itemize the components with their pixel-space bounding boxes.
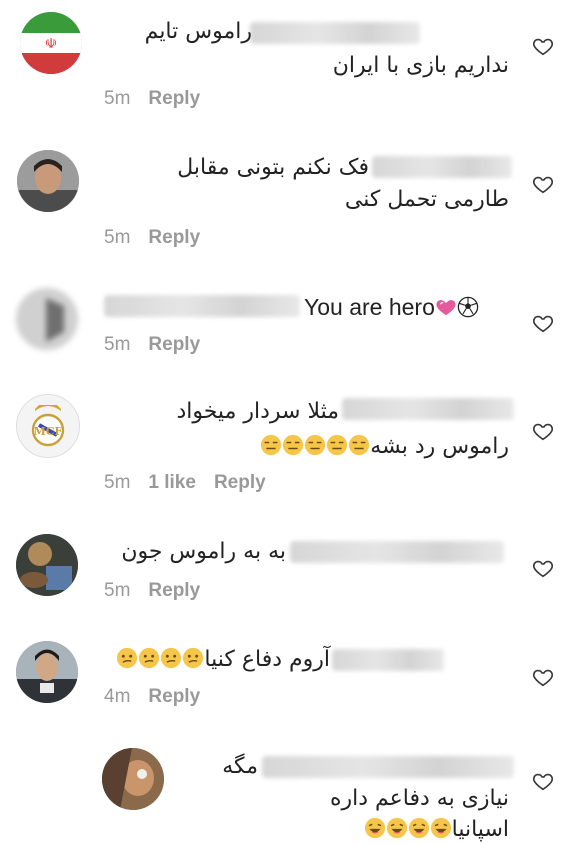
blurred-username	[372, 156, 512, 178]
confused-face-emoji	[182, 647, 204, 669]
reply-button[interactable]: Reply	[148, 686, 200, 707]
comment-item: ☫ راموس تایم نداریم بازی با ایران 5m Repl…	[0, 0, 567, 120]
comment-text: آروم دفاع کنیا	[116, 645, 330, 675]
reply-button[interactable]: Reply	[148, 227, 200, 248]
reply-button[interactable]: Reply	[214, 472, 266, 493]
comment-meta: 5m Reply	[104, 88, 218, 110]
comment-text: راموس رد بشه	[260, 432, 509, 462]
comment-text: اسپانیا	[364, 815, 509, 845]
sepia-photo-avatar[interactable]	[102, 748, 164, 810]
comment-item: You are hero 5m Reply	[0, 280, 567, 370]
man-photo-avatar[interactable]	[17, 150, 79, 212]
comment-text: نداریم بازی با ایران	[332, 53, 509, 78]
likes-count[interactable]: 1 like	[148, 472, 196, 493]
real-madrid-crest-avatar[interactable]: MCF	[16, 394, 80, 458]
confused-face-emoji	[116, 647, 138, 669]
comment-text-value: اسپانیا	[451, 817, 509, 842]
expressionless-face-emoji	[326, 434, 348, 456]
comment-text-value: آروم دفاع کنیا	[204, 647, 330, 672]
comment-text-value: You are hero	[304, 294, 435, 320]
laughing-face-emoji	[364, 817, 386, 839]
blurred-username	[104, 295, 300, 317]
heart-outline-icon[interactable]	[532, 557, 554, 579]
heart-outline-icon[interactable]	[532, 420, 554, 442]
man-photo-avatar[interactable]	[16, 641, 78, 703]
sparkling-heart-emoji	[435, 296, 457, 318]
dark-photo-avatar[interactable]	[16, 534, 78, 596]
comment-text: نیازی به دفاعم داره	[329, 786, 509, 811]
reply-button[interactable]: Reply	[148, 580, 200, 601]
heart-outline-icon[interactable]	[532, 312, 554, 334]
timestamp: 5m	[104, 580, 131, 601]
comment-meta: 5m Reply	[104, 580, 218, 602]
blurred-username	[332, 649, 444, 671]
comment-text: راموس تایم	[144, 19, 252, 44]
blurred-username	[250, 22, 420, 44]
iran-flag-avatar[interactable]: ☫	[20, 12, 82, 74]
comment-meta: 5m Reply	[104, 334, 218, 356]
heart-outline-icon[interactable]	[532, 770, 554, 792]
blurred-username	[262, 756, 514, 778]
confused-face-emoji	[138, 647, 160, 669]
svg-text:MCF: MCF	[34, 425, 63, 438]
heart-outline-icon[interactable]	[532, 173, 554, 195]
soccer-ball-emoji	[457, 296, 479, 318]
comment-text: طارمی تحمل کنی	[344, 187, 509, 212]
comment-item: فک نکنم بتونی مقابل طارمی تحمل کنی 5m Rep…	[0, 140, 567, 260]
heart-outline-icon[interactable]	[532, 35, 554, 57]
comment-text: فک نکنم بتونی مقابل	[177, 155, 369, 180]
comment-meta: 4m Reply	[104, 686, 218, 708]
laughing-face-emoji	[386, 817, 408, 839]
comment-meta: 5m Reply	[104, 227, 218, 249]
heart-outline-icon[interactable]	[532, 666, 554, 688]
blurred-username	[342, 398, 514, 420]
blurred-username	[290, 541, 504, 563]
comment-text: مگه	[222, 754, 258, 779]
comment-text-value: راموس رد بشه	[370, 434, 509, 459]
comment-meta: 5m 1 like Reply	[104, 472, 284, 494]
expressionless-face-emoji	[260, 434, 282, 456]
comment-item: آروم دفاع کنیا 4m Reply	[0, 630, 567, 720]
comment-item: مگه نیازی به دفاعم داره اسپانیا	[0, 735, 567, 843]
expressionless-face-emoji	[348, 434, 370, 456]
timestamp: 5m	[104, 88, 131, 109]
comment-text: مثلا سردار میخواد	[176, 399, 339, 424]
comment-item: MCF مثلا سردار میخواد راموس رد بشه 5m 1 l…	[0, 380, 567, 510]
timestamp: 4m	[104, 686, 131, 707]
timestamp: 5m	[104, 334, 131, 355]
timestamp: 5m	[104, 472, 131, 493]
blurred-avatar[interactable]	[16, 288, 78, 350]
expressionless-face-emoji	[282, 434, 304, 456]
laughing-face-emoji	[430, 817, 452, 839]
timestamp: 5m	[104, 227, 131, 248]
comment-text: You are hero	[304, 292, 479, 322]
laughing-face-emoji	[408, 817, 430, 839]
svg-text:☫: ☫	[45, 36, 58, 52]
reply-button[interactable]: Reply	[148, 88, 200, 109]
expressionless-face-emoji	[304, 434, 326, 456]
confused-face-emoji	[160, 647, 182, 669]
comment-text: به به راموس جون	[121, 539, 286, 564]
comment-item: به به راموس جون 5m Reply	[0, 520, 567, 610]
reply-button[interactable]: Reply	[148, 334, 200, 355]
